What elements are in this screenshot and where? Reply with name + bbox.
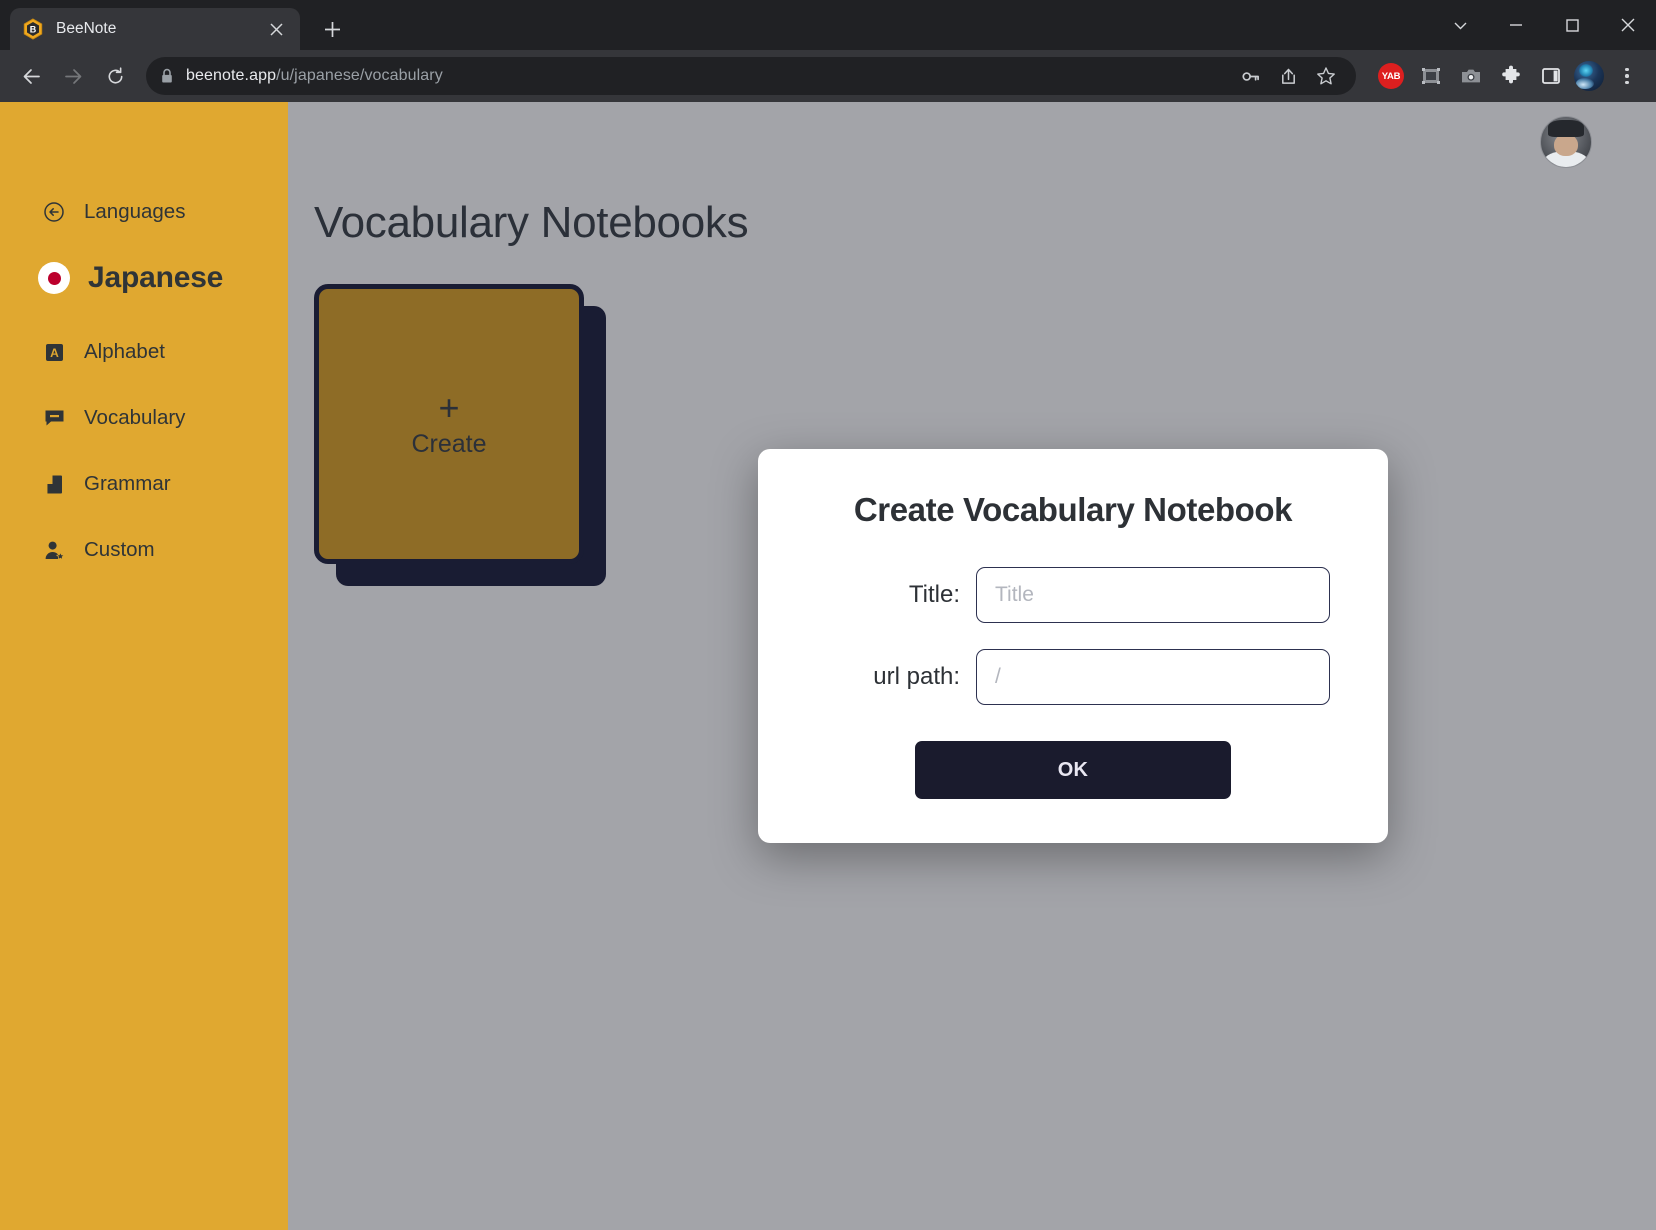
svg-text:B: B	[30, 24, 37, 34]
letter-a-square-icon: A	[42, 340, 66, 364]
user-avatar[interactable]	[1540, 116, 1592, 168]
close-icon[interactable]	[1600, 0, 1656, 50]
sidebar-item-label: Vocabulary	[84, 406, 186, 429]
yab-label: YAB	[1378, 63, 1404, 89]
close-icon[interactable]	[264, 17, 288, 41]
person-star-icon	[42, 538, 66, 562]
sidebar-item-vocabulary[interactable]: Vocabulary	[0, 396, 288, 440]
extension-icons: YAB	[1368, 59, 1568, 93]
back-circle-icon	[42, 200, 66, 224]
screen-capture-icon[interactable]	[1414, 59, 1448, 93]
sidebar-item-label: Japanese	[88, 261, 224, 294]
lock-icon	[160, 68, 174, 84]
yab-badge-icon[interactable]: YAB	[1374, 59, 1408, 93]
beenote-hexagon-b-icon: B	[22, 18, 44, 40]
create-notebook-card[interactable]: + Create	[314, 284, 584, 564]
url-path-field-row: url path:	[816, 649, 1330, 705]
sidebar-item-languages[interactable]: Languages	[0, 190, 288, 234]
plus-icon[interactable]	[314, 11, 350, 47]
avatar-hat	[1548, 120, 1584, 137]
chevron-down-icon[interactable]	[1432, 0, 1488, 50]
browser-toolbar: beenote.app/u/japanese/vocabulary YAB	[0, 50, 1656, 102]
sidebar-item-alphabet[interactable]: A Alphabet	[0, 330, 288, 374]
omnibox-actions	[1234, 60, 1342, 92]
key-icon[interactable]	[1234, 60, 1266, 92]
title-field-row: Title:	[816, 567, 1330, 623]
svg-text:A: A	[50, 346, 59, 360]
dialog-actions: OK	[816, 741, 1330, 799]
puzzle-piece-icon[interactable]	[1494, 59, 1528, 93]
forward-arrow-icon[interactable]	[54, 57, 92, 95]
sidebar-item-label: Languages	[84, 200, 186, 223]
japan-flag-icon	[38, 262, 70, 294]
modal-backdrop: Create Vocabulary Notebook Title: url pa…	[288, 102, 1656, 1230]
kebab-menu-icon[interactable]	[1610, 59, 1644, 93]
speech-bubble-icon	[42, 406, 66, 430]
url-path-input[interactable]	[976, 649, 1330, 705]
star-icon[interactable]	[1310, 60, 1342, 92]
url-path: /u/japanese/vocabulary	[276, 67, 443, 84]
browser-window: B BeeNote beenote.app/u/japanese/vocabul…	[0, 0, 1656, 1230]
minimize-icon[interactable]	[1488, 0, 1544, 50]
window-controls	[1432, 0, 1656, 50]
page-content: Languages Japanese A Alphabet Vocabulary…	[0, 102, 1656, 1230]
title-field-label: Title:	[908, 581, 960, 608]
title-input[interactable]	[976, 567, 1330, 623]
sidebar-item-japanese[interactable]: Japanese	[0, 256, 288, 300]
reload-icon[interactable]	[96, 57, 134, 95]
browser-profile-avatar[interactable]	[1574, 61, 1604, 91]
maximize-icon[interactable]	[1544, 0, 1600, 50]
sidebar-item-label: Custom	[84, 538, 155, 561]
notebook-grid: + Create	[314, 284, 606, 586]
address-bar[interactable]: beenote.app/u/japanese/vocabulary	[146, 57, 1356, 95]
page-title: Vocabulary Notebooks	[314, 198, 749, 247]
avatar-face	[1554, 134, 1578, 156]
sidebar-item-grammar[interactable]: Grammar	[0, 462, 288, 506]
camera-icon[interactable]	[1454, 59, 1488, 93]
url-host: beenote.app	[186, 67, 277, 84]
sidebar-item-label: Alphabet	[84, 340, 165, 363]
back-arrow-icon[interactable]	[12, 57, 50, 95]
share-icon[interactable]	[1272, 60, 1304, 92]
tab-title: BeeNote	[56, 20, 117, 37]
url-text: beenote.app/u/japanese/vocabulary	[186, 67, 443, 85]
dialog-title: Create Vocabulary Notebook	[853, 491, 1293, 528]
sidebar: Languages Japanese A Alphabet Vocabulary…	[0, 102, 288, 1230]
book-icon	[42, 472, 66, 496]
url-path-field-label: url path:	[873, 663, 960, 690]
create-vocabulary-notebook-dialog: Create Vocabulary Notebook Title: url pa…	[758, 449, 1388, 843]
create-card-label: Create	[411, 429, 487, 458]
main-content: Vocabulary Notebooks + Create Create Voc…	[288, 102, 1656, 1230]
plus-icon: +	[438, 386, 460, 428]
tab-strip: B BeeNote	[0, 0, 1656, 50]
browser-tab[interactable]: B BeeNote	[10, 8, 300, 50]
ok-button[interactable]: OK	[915, 741, 1231, 799]
sidebar-item-label: Grammar	[84, 472, 171, 495]
side-panel-icon[interactable]	[1534, 59, 1568, 93]
sidebar-item-custom[interactable]: Custom	[0, 528, 288, 572]
